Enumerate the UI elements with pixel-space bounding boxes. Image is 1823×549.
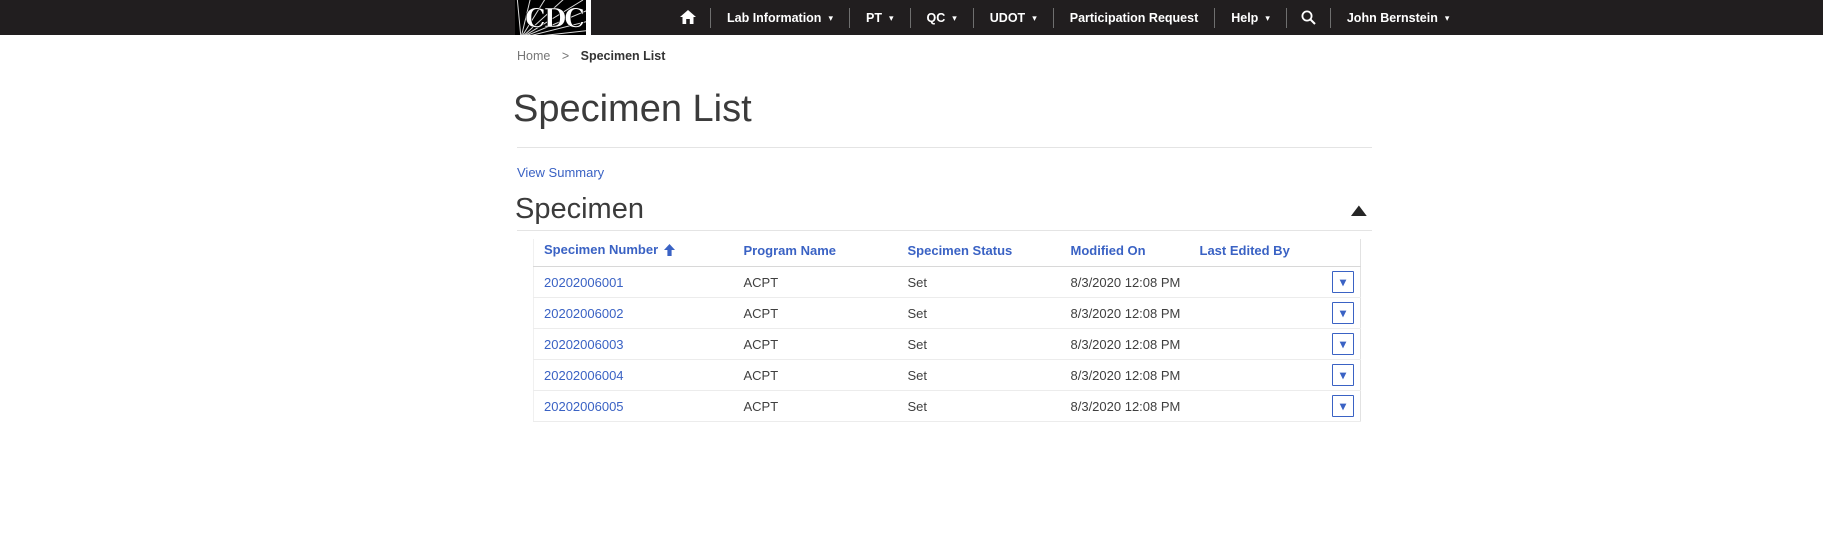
modified-on-cell: 8/3/2020 12:08 PM	[1061, 267, 1190, 298]
chevron-down-icon: ▾	[952, 14, 957, 23]
modified-on-cell: 8/3/2020 12:08 PM	[1061, 391, 1190, 422]
nav-menu: Lab Information ▾ PT ▾ QC ▾ UDOT ▾ Parti…	[666, 0, 1465, 35]
user-name: John Bernstein	[1347, 11, 1438, 25]
nav-item-participation-request[interactable]: Participation Request	[1054, 0, 1215, 35]
column-header-actions	[1311, 239, 1361, 267]
program-name-cell: ACPT	[734, 360, 898, 391]
search-icon	[1301, 10, 1316, 25]
table-row: 20202006001 ACPT Set 8/3/2020 12:08 PM ▾	[534, 267, 1361, 298]
nav-item-label: Lab Information	[727, 11, 821, 25]
last-edited-by-cell	[1190, 360, 1311, 391]
breadcrumb-separator-icon: >	[562, 49, 569, 63]
table-row: 20202006003 ACPT Set 8/3/2020 12:08 PM ▾	[534, 329, 1361, 360]
chevron-down-icon: ▾	[1445, 14, 1450, 23]
nav-item-label: Help	[1231, 11, 1258, 25]
nav-item-label: PT	[866, 11, 882, 25]
program-name-cell: ACPT	[734, 329, 898, 360]
specimen-number-link[interactable]: 20202006003	[544, 337, 624, 352]
chevron-down-icon: ▾	[1340, 400, 1346, 412]
page-title: Specimen List	[513, 88, 752, 131]
breadcrumb: Home > Specimen List	[517, 49, 665, 63]
row-actions-dropdown-button[interactable]: ▾	[1332, 364, 1354, 386]
section-title: Specimen	[515, 193, 644, 225]
row-actions-dropdown-button[interactable]: ▾	[1332, 302, 1354, 324]
chevron-down-icon: ▾	[889, 14, 894, 23]
specimen-table: Specimen Number Program Name Specimen St…	[533, 239, 1360, 422]
table-header-row: Specimen Number Program Name Specimen St…	[534, 239, 1361, 267]
column-header-program-name[interactable]: Program Name	[734, 239, 898, 267]
nav-item-label: Participation Request	[1070, 11, 1199, 25]
modified-on-cell: 8/3/2020 12:08 PM	[1061, 298, 1190, 329]
column-header-modified-on[interactable]: Modified On	[1061, 239, 1190, 267]
column-header-last-edited-by[interactable]: Last Edited By	[1190, 239, 1311, 267]
row-actions-dropdown-button[interactable]: ▾	[1332, 333, 1354, 355]
specimen-number-link[interactable]: 20202006005	[544, 399, 624, 414]
column-header-specimen-status[interactable]: Specimen Status	[898, 239, 1061, 267]
specimen-status-cell: Set	[898, 298, 1061, 329]
table-row: 20202006005 ACPT Set 8/3/2020 12:08 PM ▾	[534, 391, 1361, 422]
last-edited-by-cell	[1190, 391, 1311, 422]
chevron-down-icon: ▾	[1032, 14, 1037, 23]
program-name-cell: ACPT	[734, 298, 898, 329]
nav-item-label: QC	[927, 11, 946, 25]
home-button[interactable]	[666, 0, 710, 35]
collapse-arrow-icon: ▲	[1346, 200, 1373, 220]
specimen-number-link[interactable]: 20202006001	[544, 275, 624, 290]
nav-item-label: UDOT	[990, 11, 1025, 25]
chevron-down-icon: ▾	[1265, 14, 1270, 23]
specimen-status-cell: Set	[898, 267, 1061, 298]
nav-item-pt[interactable]: PT ▾	[850, 0, 910, 35]
specimen-section-header: Specimen ▲	[515, 193, 1372, 229]
user-menu[interactable]: John Bernstein ▾	[1331, 0, 1466, 35]
last-edited-by-cell	[1190, 298, 1311, 329]
breadcrumb-current: Specimen List	[581, 49, 666, 63]
nav-item-lab-information[interactable]: Lab Information ▾	[711, 0, 849, 35]
program-name-cell: ACPT	[734, 391, 898, 422]
nav-item-qc[interactable]: QC ▾	[911, 0, 973, 35]
home-icon	[680, 10, 696, 25]
chevron-down-icon: ▾	[1340, 307, 1346, 319]
title-divider	[517, 147, 1372, 148]
cdc-logo[interactable]: CDC	[515, 0, 591, 35]
last-edited-by-cell	[1190, 329, 1311, 360]
specimen-status-cell: Set	[898, 391, 1061, 422]
last-edited-by-cell	[1190, 267, 1311, 298]
top-navbar: CDC Lab Information ▾ PT ▾ QC ▾ UDOT ▾	[0, 0, 1823, 35]
cdc-logo-text: CDC	[525, 4, 584, 34]
search-button[interactable]	[1287, 0, 1330, 35]
table-row: 20202006002 ACPT Set 8/3/2020 12:08 PM ▾	[534, 298, 1361, 329]
modified-on-cell: 8/3/2020 12:08 PM	[1061, 329, 1190, 360]
nav-item-help[interactable]: Help ▾	[1215, 0, 1286, 35]
breadcrumb-home-link[interactable]: Home	[517, 49, 550, 63]
modified-on-cell: 8/3/2020 12:08 PM	[1061, 360, 1190, 391]
specimen-status-cell: Set	[898, 360, 1061, 391]
chevron-down-icon: ▾	[1340, 369, 1346, 381]
specimen-status-cell: Set	[898, 329, 1061, 360]
chevron-down-icon: ▾	[828, 14, 833, 23]
program-name-cell: ACPT	[734, 267, 898, 298]
specimen-number-link[interactable]: 20202006002	[544, 306, 624, 321]
chevron-down-icon: ▾	[1340, 338, 1346, 350]
chevron-down-icon: ▾	[1340, 276, 1346, 288]
table-row: 20202006004 ACPT Set 8/3/2020 12:08 PM ▾	[534, 360, 1361, 391]
nav-item-udot[interactable]: UDOT ▾	[974, 0, 1053, 35]
collapse-section-button[interactable]: ▲	[1346, 200, 1373, 221]
sort-ascending-icon	[664, 244, 675, 259]
view-summary-link[interactable]: View Summary	[517, 165, 604, 180]
specimen-number-link[interactable]: 20202006004	[544, 368, 624, 383]
row-actions-dropdown-button[interactable]: ▾	[1332, 395, 1354, 417]
row-actions-dropdown-button[interactable]: ▾	[1332, 271, 1354, 293]
section-divider	[517, 230, 1372, 231]
column-header-specimen-number[interactable]: Specimen Number	[534, 239, 734, 267]
